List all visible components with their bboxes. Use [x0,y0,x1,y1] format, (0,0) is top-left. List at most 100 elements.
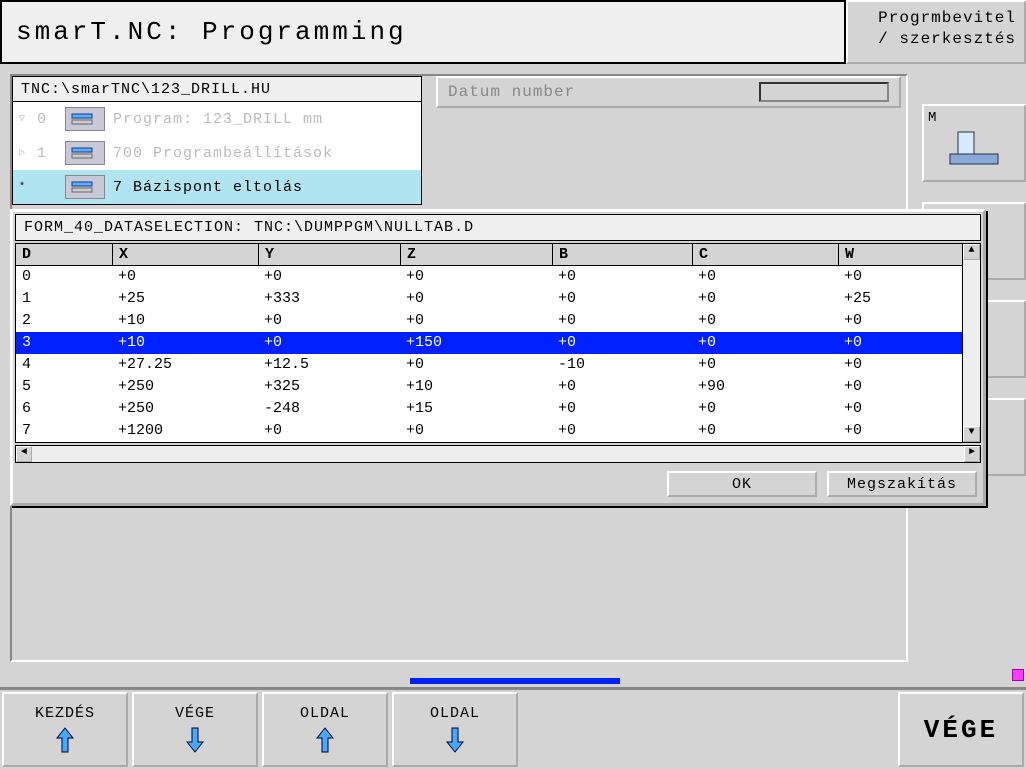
table-cell: +0 [838,398,956,420]
mode-indicator: Progrmbevitel / szerkesztés [846,0,1026,64]
progress-segment [410,678,620,684]
table-cell: +0 [552,376,692,398]
table-cell: +0 [258,420,400,442]
tree-node-icon [65,175,105,199]
datum-label: Datum number [448,83,739,101]
dialog-title: FORM_40_DATASELECTION: TNC:\DUMPPGM\NULL… [15,214,981,241]
expand-icon[interactable]: ▽ [19,113,29,125]
table-cell: +25 [838,288,956,310]
tree-num: 0 [37,111,57,128]
table-cell: 4 [16,354,112,376]
column-header[interactable]: D [16,244,112,265]
table-cell: +0 [552,332,692,354]
vertical-scrollbar[interactable]: ▲ ▼ [962,244,980,442]
column-header[interactable]: B [552,244,692,265]
table-cell: +0 [552,288,692,310]
table-cell: -248 [258,398,400,420]
datum-panel: Datum number [436,76,901,108]
table-cell: +0 [112,266,258,288]
table-cell: 6 [16,398,112,420]
column-header[interactable]: Y [258,244,400,265]
table-cell: +0 [838,354,956,376]
tree-row[interactable]: ▽0Program: 123_DRILL mm [13,102,421,136]
table-cell: +0 [258,332,400,354]
scroll-up-icon[interactable]: ▲ [963,244,980,260]
table-row[interactable]: 1+25+333+0+0+0+25 [16,288,962,310]
softkey-page-down[interactable]: OLDAL [392,692,518,767]
table-cell: +0 [552,420,692,442]
column-header[interactable]: X [112,244,258,265]
table-row[interactable]: 7+1200+0+0+0+0+0 [16,420,962,442]
table-cell: +10 [112,332,258,354]
program-tree[interactable]: ▽0Program: 123_DRILL mm▷1700 Programbeál… [12,102,422,205]
table-cell: +0 [552,398,692,420]
arrow-up-icon [55,726,75,754]
softkey-empty [522,692,894,767]
table-cell: +333 [258,288,400,310]
scroll-right-icon[interactable]: ► [964,446,980,462]
table-row[interactable]: 0+0+0+0+0+0+0 [16,266,962,288]
horizontal-scrollbar[interactable]: ◄ ► [15,445,981,463]
ok-button[interactable]: OK [667,471,817,497]
table-cell: +0 [400,288,552,310]
table-cell: +10 [112,310,258,332]
softkey-pagedown-label: OLDAL [430,705,480,722]
softkey-pageup-label: OLDAL [300,705,350,722]
side-m-label: M [928,110,1020,126]
data-table[interactable]: DXYZBCW 0+0+0+0+0+0+01+25+333+0+0+0+252+… [15,243,981,443]
column-header[interactable]: Z [400,244,552,265]
column-header[interactable]: C [692,244,838,265]
table-cell: +15 [400,398,552,420]
table-cell: 1 [16,288,112,310]
column-header[interactable]: W [838,244,956,265]
softkey-end-label: VÉGE [175,705,215,722]
side-button-m[interactable]: M [922,104,1026,182]
table-cell: 2 [16,310,112,332]
softkey-start[interactable]: KEZDÉS [2,692,128,767]
table-cell: +0 [400,354,552,376]
hscroll-track[interactable] [32,446,964,462]
machine-icon [944,128,1004,168]
table-cell: +25 [112,288,258,310]
softkey-end[interactable]: VÉGE [132,692,258,767]
table-row[interactable]: 6+250-248+15+0+0+0 [16,398,962,420]
arrow-down-icon [445,726,465,754]
table-row[interactable]: 2+10+0+0+0+0+0 [16,310,962,332]
scroll-down-icon[interactable]: ▼ [963,426,980,442]
table-cell: +0 [692,332,838,354]
softkey-bar: KEZDÉS VÉGE OLDAL OLDAL VÉGE [0,687,1026,769]
table-cell: +0 [692,310,838,332]
mode-line2: / szerkesztés [856,29,1016,50]
softkey-start-label: KEZDÉS [35,705,95,722]
expand-icon[interactable]: ▷ [19,147,29,159]
table-cell: 7 [16,420,112,442]
tree-row[interactable]: *7 Bázispont eltolás [13,170,421,204]
app-title: smarT.NC: Programming [0,0,846,64]
table-cell: -10 [552,354,692,376]
table-cell: +0 [838,376,956,398]
softkey-page-up[interactable]: OLDAL [262,692,388,767]
table-row[interactable]: 3+10+0+150+0+0+0 [16,332,962,354]
datum-input[interactable] [759,82,889,102]
table-cell: 5 [16,376,112,398]
table-cell: +150 [400,332,552,354]
table-row[interactable]: 5+250+325+10+0+90+0 [16,376,962,398]
table-cell: +90 [692,376,838,398]
mode-line1: Progrmbevitel [856,8,1016,29]
table-cell: +1200 [112,420,258,442]
expand-icon[interactable]: * [19,182,29,193]
table-cell: +0 [692,354,838,376]
cancel-button[interactable]: Megszakítás [827,471,977,497]
table-cell: +0 [258,310,400,332]
table-cell: +0 [838,420,956,442]
tree-node-icon [65,141,105,165]
tree-row[interactable]: ▷1700 Programbeállítások [13,136,421,170]
scroll-track[interactable] [963,260,980,426]
scroll-left-icon[interactable]: ◄ [16,446,32,462]
table-row[interactable]: 4+27.25+12.5+0-10+0+0 [16,354,962,376]
table-cell: +0 [692,398,838,420]
status-indicator-icon [1012,669,1024,681]
table-cell: +250 [112,376,258,398]
table-cell: 3 [16,332,112,354]
softkey-vege[interactable]: VÉGE [898,692,1024,767]
